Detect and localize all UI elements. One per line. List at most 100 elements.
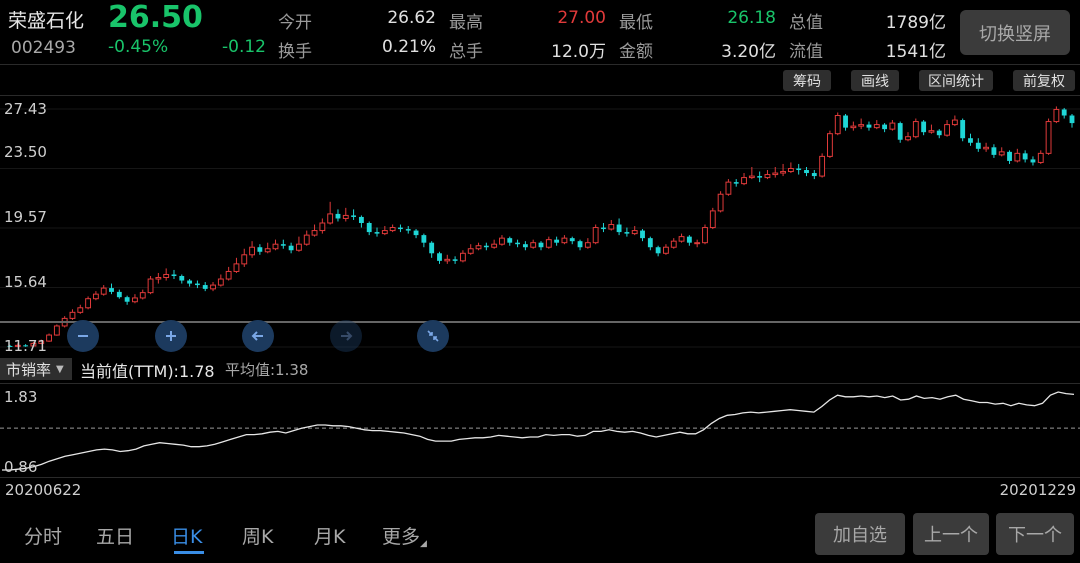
candle-body bbox=[437, 253, 442, 261]
candle-body bbox=[366, 223, 372, 233]
zoom-out-button[interactable] bbox=[67, 320, 99, 352]
candle-body bbox=[335, 213, 341, 219]
candle-body bbox=[217, 278, 224, 286]
tab-daily-k[interactable]: 日K bbox=[171, 522, 202, 549]
current-price: 26.50 bbox=[108, 0, 203, 35]
arrow-right-icon bbox=[341, 331, 353, 341]
tab-more[interactable]: 更多◢ bbox=[382, 522, 427, 549]
candle-body bbox=[960, 120, 966, 139]
candle-body bbox=[1061, 109, 1067, 116]
candle-body bbox=[1030, 159, 1036, 163]
scroll-left-button[interactable] bbox=[242, 320, 274, 352]
candle-body bbox=[694, 242, 701, 245]
candle-body bbox=[811, 173, 817, 177]
tab-monthly-k[interactable]: 月K bbox=[314, 522, 345, 549]
ps-ratio-chart bbox=[0, 391, 1080, 471]
candle-body bbox=[405, 229, 411, 231]
y-tick-label: 27.43 bbox=[4, 100, 47, 118]
collapse-button[interactable] bbox=[417, 320, 449, 352]
candle-body bbox=[194, 283, 200, 286]
candle-body bbox=[530, 242, 537, 248]
previous-stock-button[interactable]: 上一个 bbox=[913, 513, 989, 555]
range-stats-button[interactable]: 区间统计 bbox=[919, 70, 993, 91]
candle-body bbox=[452, 259, 458, 261]
change-amount: -0.12 bbox=[222, 37, 266, 57]
candle-body bbox=[670, 240, 677, 248]
candle-body bbox=[569, 238, 575, 242]
active-tab-indicator bbox=[174, 551, 204, 554]
candle-body bbox=[1045, 121, 1052, 154]
tab-five-day[interactable]: 五日 bbox=[96, 522, 134, 549]
corner-triangle-icon: ◢ bbox=[420, 539, 427, 549]
candle-body bbox=[210, 284, 216, 290]
candle-body bbox=[787, 168, 794, 173]
open-label: 今开 bbox=[278, 13, 312, 33]
market-cap-label: 总值 bbox=[789, 13, 823, 33]
scroll-right-button[interactable] bbox=[330, 320, 362, 352]
candle-body bbox=[998, 151, 1005, 156]
indicator-selector[interactable]: 市销率 ▼ bbox=[0, 358, 72, 380]
market-cap-value: 1789亿 bbox=[885, 13, 946, 33]
candle-body bbox=[342, 214, 349, 219]
candle-body bbox=[631, 230, 638, 235]
candlestick-chart[interactable] bbox=[0, 96, 1080, 354]
candle-body bbox=[647, 238, 653, 248]
candle-body bbox=[179, 275, 185, 281]
candle-body bbox=[616, 224, 622, 233]
candle-body bbox=[444, 258, 451, 262]
candle-body bbox=[873, 124, 880, 129]
candle-body bbox=[601, 227, 606, 230]
candle-body bbox=[92, 293, 99, 300]
price-adjust-button[interactable]: 前复权 bbox=[1013, 70, 1075, 91]
indicator-average-value: 平均值:1.38 bbox=[225, 361, 309, 379]
stock-name: 荣盛石化 bbox=[8, 10, 85, 32]
candle-body bbox=[991, 147, 997, 155]
tab-intraday[interactable]: 分时 bbox=[24, 522, 62, 549]
low-label: 最低 bbox=[619, 13, 653, 33]
candle-body bbox=[584, 242, 591, 248]
candle-body bbox=[69, 311, 76, 319]
candle-body bbox=[109, 288, 114, 292]
tab-more-label: 更多 bbox=[382, 526, 421, 548]
candle-body bbox=[100, 287, 107, 295]
candle-body bbox=[202, 285, 208, 289]
candle-body bbox=[944, 124, 950, 136]
add-watchlist-button[interactable]: 加自选 bbox=[815, 513, 905, 555]
candle-body bbox=[257, 247, 263, 252]
next-stock-button[interactable]: 下一个 bbox=[996, 513, 1074, 555]
candle-body bbox=[413, 230, 419, 236]
arrow-left-icon bbox=[251, 331, 263, 341]
minus-icon bbox=[78, 335, 88, 337]
candle-body bbox=[983, 146, 990, 150]
candle-body bbox=[725, 181, 732, 195]
header-divider bbox=[0, 64, 1080, 65]
candle-body bbox=[311, 230, 318, 236]
candle-body bbox=[928, 130, 935, 133]
candle-body bbox=[358, 216, 364, 224]
candle-body bbox=[85, 298, 92, 309]
plus-icon bbox=[166, 331, 176, 341]
candle-body bbox=[951, 119, 958, 126]
candle-body bbox=[889, 122, 896, 130]
tab-weekly-k[interactable]: 周K bbox=[242, 522, 273, 549]
chip-button[interactable]: 筹码 bbox=[783, 70, 831, 91]
indicator-y-min: 0.86 bbox=[4, 458, 38, 476]
low-value: 26.18 bbox=[727, 8, 776, 28]
candle-body bbox=[554, 239, 560, 243]
zoom-in-button[interactable] bbox=[155, 320, 187, 352]
candle-body bbox=[717, 193, 724, 212]
candle-body bbox=[748, 175, 755, 179]
switch-portrait-button[interactable]: 切换竖屏 bbox=[960, 10, 1070, 55]
candle-body bbox=[515, 242, 520, 245]
candle-body bbox=[702, 227, 708, 244]
candle-body bbox=[483, 245, 489, 248]
candle-body bbox=[280, 244, 286, 246]
draw-line-button[interactable]: 画线 bbox=[851, 70, 899, 91]
candle-body bbox=[843, 115, 848, 128]
candle-body bbox=[608, 224, 615, 230]
candle-body bbox=[381, 230, 388, 235]
candle-body bbox=[116, 291, 122, 298]
candle-body bbox=[171, 274, 177, 276]
candle-body bbox=[303, 234, 310, 245]
candle-body bbox=[640, 230, 645, 239]
